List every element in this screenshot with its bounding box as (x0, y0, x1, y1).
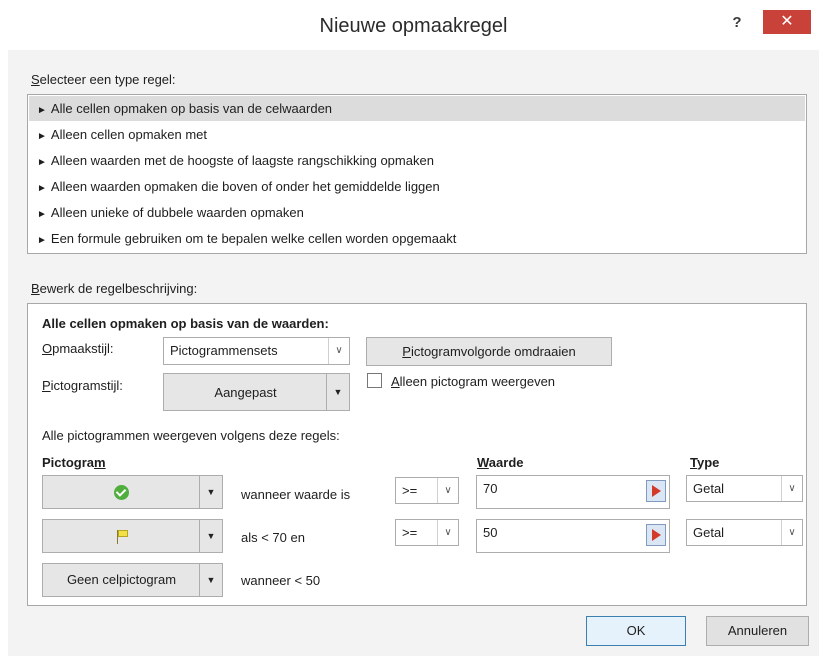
format-style-hotkey: O (42, 341, 53, 356)
icon-only-hotkey: A (391, 374, 400, 389)
row1-operator-select[interactable]: >= ∨ (395, 477, 459, 504)
rule-type-item-label: Alle cellen opmaken op basis van de celw… (50, 101, 333, 116)
column-header-type-hotkey: T (690, 455, 697, 470)
rule-type-item[interactable]: ► Alle cellen opmaken op basis van de cel… (29, 96, 805, 121)
row2-icon-select[interactable]: ▼ (42, 519, 223, 553)
column-header-value-hotkey: W (477, 455, 489, 470)
help-button[interactable]: ? (726, 12, 748, 34)
reverse-icon-order-hotkey: P (402, 344, 411, 359)
row1-icon-slot (43, 476, 200, 508)
reverse-icon-order-text: ictogramvolgorde omdraaien (410, 344, 576, 359)
dialog-title: Nieuwe opmaakregel (319, 15, 508, 37)
range-selector-arrow (652, 485, 661, 497)
dropdown-arrow-icon[interactable]: ▼ (326, 374, 349, 410)
format-style-text: pmaakstijl: (52, 341, 114, 356)
arrow-right-icon: ► (37, 235, 47, 246)
format-style-select[interactable]: Pictogrammensets ∨ (163, 337, 350, 365)
edit-description-label: Bewerk de regelbeschrijving: (31, 281, 197, 296)
ok-button[interactable]: OK (586, 616, 686, 646)
rule-type-item-label: Alleen waarden opmaken die boven of onde… (50, 179, 440, 194)
row1-icon-select[interactable]: ▼ (42, 475, 223, 509)
close-button[interactable]: ✕ (763, 10, 811, 34)
rules-intro: Alle pictogrammen weergeven volgens deze… (42, 428, 340, 443)
rule-type-item-label: Alleen unieke of dubbele waarden opmaken (50, 205, 304, 220)
row2-operator-value: >= (402, 525, 418, 540)
row1-value-text: 70 (483, 481, 498, 496)
column-header-type-text: ype (696, 455, 720, 470)
row2-condition: als < 70 en (241, 530, 305, 545)
arrow-right-icon: ► (37, 131, 47, 142)
row3-condition: wanneer < 50 (241, 573, 321, 588)
rule-type-item[interactable]: ► Alleen waarden met de hoogste of laagst… (29, 148, 805, 173)
edit-description-hotkey: B (31, 281, 40, 296)
chevron-down-icon: ∨ (437, 520, 458, 545)
row1-type-value: Getal (693, 481, 725, 496)
row2-type-value: Getal (693, 525, 725, 540)
icon-only-text: lleen pictogram weergeven (399, 374, 556, 389)
row1-condition: wanneer waarde is (241, 487, 351, 502)
icon-only-checkbox[interactable] (367, 373, 382, 388)
row2-icon-slot (43, 520, 200, 552)
rule-type-item[interactable]: ► Een formule gebruiken om te bepalen wel… (29, 226, 805, 251)
row2-value-input[interactable]: 50 (476, 519, 670, 553)
green-check-circle-icon (114, 485, 129, 501)
row3-icon-select[interactable]: Geen celpictogram ▼ (42, 563, 223, 597)
rule-type-item[interactable]: ► Alleen unieke of dubbele waarden opmake… (29, 200, 805, 225)
rule-type-label: Selecteer een type regel: (31, 72, 176, 87)
cancel-button[interactable]: Annuleren (706, 616, 809, 646)
icon-style-select[interactable]: Aangepast ▼ (163, 373, 350, 411)
rule-type-item-label: Een formule gebruiken om te bepalen welk… (50, 231, 457, 246)
row3-icon-label: Geen celpictogram (66, 572, 177, 587)
icon-style-label: Pictogramstijl: (42, 378, 123, 393)
reverse-icon-order-button[interactable]: Pictogramvolgorde omdraaien (366, 337, 612, 366)
arrow-right-icon: ► (37, 183, 47, 194)
column-header-icon: Pictogram (42, 455, 106, 470)
chevron-down-icon: ∨ (781, 520, 802, 545)
column-header-value: Waarde (477, 455, 524, 470)
dropdown-arrow-icon[interactable]: ▼ (199, 520, 222, 552)
format-style-label: Opmaakstijl: (42, 341, 114, 356)
row2-operator-select[interactable]: >= ∨ (395, 519, 459, 546)
row2-type-select[interactable]: Getal ∨ (686, 519, 803, 546)
dropdown-arrow-icon[interactable]: ▼ (199, 476, 222, 508)
rule-type-item[interactable]: ► Alleen cellen opmaken met (29, 122, 805, 147)
chevron-down-icon: ∨ (328, 338, 349, 364)
arrow-right-icon: ► (37, 209, 47, 220)
column-header-icon-hotkey: m (94, 455, 106, 470)
arrow-right-icon: ► (37, 157, 47, 168)
column-header-icon-text: Pictogra (42, 455, 95, 470)
column-header-type: Type (690, 455, 719, 470)
arrow-right-icon: ► (37, 105, 47, 116)
rule-type-item-label: Alleen cellen opmaken met (50, 127, 207, 142)
title-bar: Nieuwe opmaakregel ? ✕ (8, 0, 819, 50)
row1-value-input[interactable]: 70 (476, 475, 670, 509)
row1-type-select[interactable]: Getal ∨ (686, 475, 803, 502)
icon-style-hotkey: P (42, 378, 51, 393)
icon-style-value: Aangepast (214, 385, 277, 400)
dropdown-arrow-icon[interactable]: ▼ (199, 564, 222, 596)
rule-type-label-hotkey: S (31, 72, 40, 87)
chevron-down-icon: ∨ (781, 476, 802, 501)
rule-type-item[interactable]: ► Alleen waarden opmaken die boven of ond… (29, 174, 805, 199)
row1-operator-value: >= (402, 483, 418, 498)
rule-type-label-text: electeer een type regel: (39, 72, 176, 87)
row2-value-text: 50 (483, 525, 498, 540)
description-heading: Alle cellen opmaken op basis van de waar… (42, 316, 329, 331)
format-style-value: Pictogrammensets (170, 343, 278, 358)
range-selector-arrow (652, 529, 661, 541)
chevron-down-icon: ∨ (437, 478, 458, 503)
rule-type-list[interactable]: ► Alle cellen opmaken op basis van de cel… (27, 94, 807, 254)
icon-only-label: Alleen pictogram weergeven (391, 374, 555, 389)
icon-style-text: ictogramstijl: (50, 378, 123, 393)
edit-description-text: ewerk de regelbeschrijving: (39, 281, 198, 296)
range-selector-icon[interactable] (646, 480, 666, 502)
column-header-value-text: aarde (488, 455, 524, 470)
yellow-flag-icon (115, 529, 129, 545)
range-selector-icon[interactable] (646, 524, 666, 546)
rule-type-item-label: Alleen waarden met de hoogste of laagste… (50, 153, 434, 168)
